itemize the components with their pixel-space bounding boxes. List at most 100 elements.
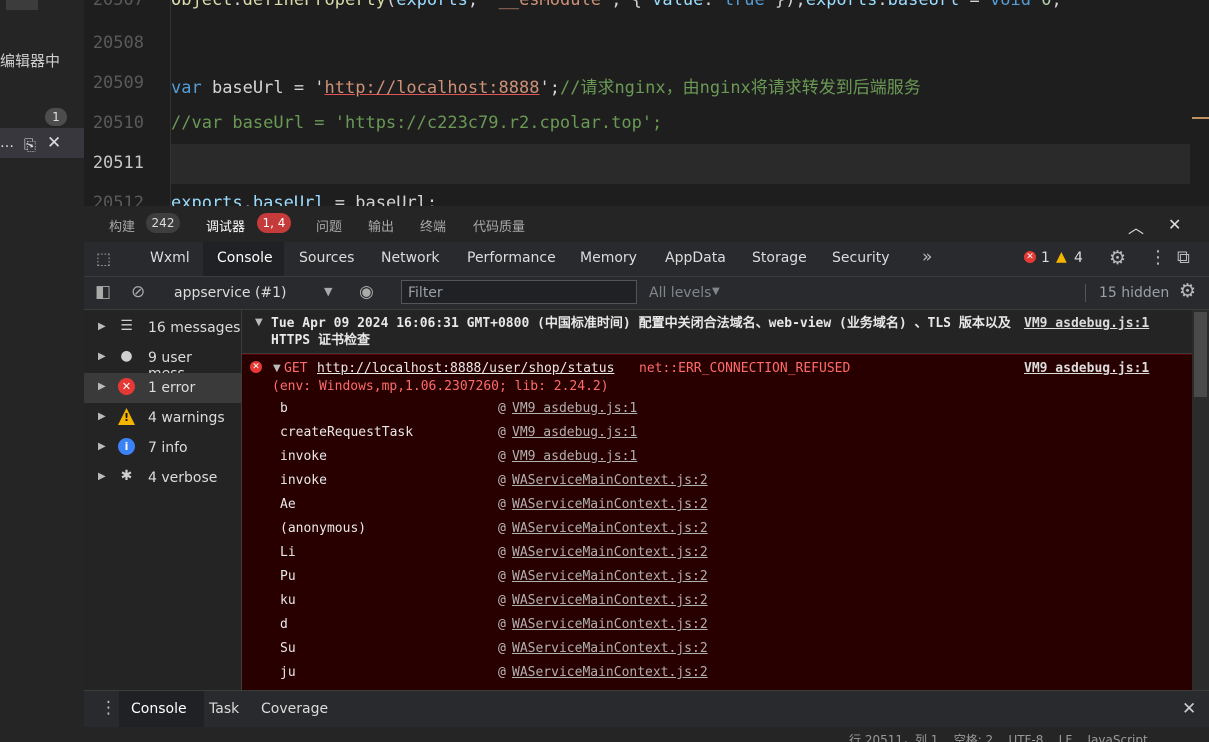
more-options-icon[interactable]: ⋮: [1149, 247, 1167, 268]
close-editor-icon[interactable]: ✕: [47, 133, 61, 153]
sidebar-user-messages[interactable]: ▶●9 user mess…: [84, 343, 241, 382]
message-source-link[interactable]: VM9 asdebug.js:1: [1024, 316, 1149, 331]
stack-frame-source-link[interactable]: VM9 asdebug.js:1: [512, 449, 637, 464]
expand-arrow-icon[interactable]: ▶: [98, 321, 106, 332]
sidebar-errors[interactable]: ▶ ✕ 1 error: [84, 373, 241, 403]
expand-arrow-icon[interactable]: ▶: [98, 411, 106, 422]
tab-wxml[interactable]: Wxml: [150, 250, 190, 266]
tab-security[interactable]: Security: [832, 250, 890, 266]
context-dropdown-icon[interactable]: ▼: [324, 285, 332, 298]
stack-frame-source-link[interactable]: WAServiceMainContext.js:2: [512, 569, 708, 584]
explorer-scrollbar[interactable]: [6, 0, 38, 10]
code-line[interactable]: exports.baseUrl = baseUrl;: [171, 193, 437, 206]
console-scrollbar-thumb[interactable]: [1194, 312, 1207, 397]
code-token: defineProperty: [242, 0, 386, 10]
sidebar-verbose[interactable]: ▶ ✱ 4 verbose: [84, 463, 241, 493]
stack-frame-source-link[interactable]: WAServiceMainContext.js:2: [512, 473, 708, 488]
sidebar-warnings[interactable]: ▶! 4 warnings: [84, 403, 241, 433]
expand-arrow-icon[interactable]: ▶: [98, 471, 106, 482]
collapse-panel-icon[interactable]: ︿: [1128, 214, 1144, 238]
code-editor[interactable]: 20507 Object.defineProperty(exports, "__e…: [84, 0, 1209, 206]
tab-terminal[interactable]: 终端: [420, 216, 446, 235]
code-line[interactable]: //var baseUrl = 'https://c223c79.r2.cpol…: [171, 113, 662, 133]
devtools-tab-bar: ⬚ Wxml Console Sources Network Performan…: [84, 242, 1209, 277]
stack-frame-at-sign: @: [498, 425, 506, 440]
warning-count[interactable]: 4: [1074, 250, 1083, 266]
stack-frame-at-sign: @: [498, 617, 506, 632]
tab-appdata[interactable]: AppData: [665, 250, 726, 266]
error-source-link[interactable]: VM9 asdebug.js:1: [1024, 361, 1149, 376]
code-line[interactable]: Object.defineProperty(exports, "__esModu…: [171, 0, 1062, 10]
code-token: 0: [1041, 0, 1052, 10]
levels-dropdown-icon[interactable]: ▼: [712, 286, 720, 297]
stack-frame-function: (anonymous): [280, 521, 367, 536]
tab-network[interactable]: Network: [381, 250, 439, 266]
sidebar-info[interactable]: ▶ i 7 info: [84, 433, 241, 463]
file-copy-icon[interactable]: ⎘: [24, 136, 36, 154]
log-levels-dropdown[interactable]: All levels: [649, 285, 711, 301]
sidebar-item-label: 16 messages: [148, 320, 241, 336]
code-token: = baseUrl;: [324, 193, 438, 206]
tab-sources[interactable]: Sources: [299, 250, 354, 266]
tab-memory[interactable]: Memory: [580, 250, 637, 266]
clear-console-icon[interactable]: ⊘: [131, 282, 145, 302]
settings-gear-icon[interactable]: ⚙: [1109, 247, 1126, 269]
inspect-element-icon[interactable]: ⬚: [96, 249, 111, 268]
stack-frame-source-link[interactable]: WAServiceMainContext.js:2: [512, 665, 708, 680]
tab-code-quality[interactable]: 代码质量: [473, 216, 525, 235]
gutter-divider: [170, 0, 171, 206]
dock-side-icon[interactable]: ⧉: [1177, 247, 1190, 268]
live-expression-eye-icon[interactable]: ◉: [359, 282, 374, 302]
stack-frame-source-link[interactable]: VM9 asdebug.js:1: [512, 425, 637, 440]
console-settings-icon[interactable]: ⚙: [1179, 280, 1196, 302]
code-token: //请求nginx，由nginx将请求转发到后端服务: [559, 78, 921, 98]
stack-frame-source-link[interactable]: WAServiceMainContext.js:2: [512, 497, 708, 512]
console-filter-bar: ◧ ⊘ appservice (#1) ▼ ◉ Filter All level…: [84, 277, 1209, 310]
code-token: ';: [539, 78, 560, 98]
expand-arrow-icon[interactable]: ▶: [98, 351, 106, 362]
editor-scrollbar[interactable]: [1190, 0, 1209, 206]
drawer-menu-icon[interactable]: ⋮: [100, 698, 117, 718]
stack-frame-source-link[interactable]: WAServiceMainContext.js:2: [512, 641, 708, 656]
status-bar: 行 20511，列 1 空格: 2 UTF-8 LF JavaScript: [84, 727, 1209, 742]
tab-storage[interactable]: Storage: [752, 250, 807, 266]
line-number: 20510: [92, 113, 144, 133]
tab-output[interactable]: 输出: [368, 216, 394, 235]
code-token: void: [990, 0, 1031, 10]
error-env-info: (env: Windows,mp,1.06.2307260; lib: 2.24…: [272, 379, 609, 394]
explorer-partial-text: 编辑器中: [0, 52, 61, 70]
expand-arrow-icon[interactable]: ▼: [273, 363, 281, 374]
stack-frame-source-link[interactable]: WAServiceMainContext.js:2: [512, 617, 708, 632]
request-url-link[interactable]: http://localhost:8888/user/shop/status: [317, 361, 614, 376]
code-line[interactable]: var baseUrl = 'http://localhost:8888';//…: [171, 73, 921, 98]
sidebar-toggle-icon[interactable]: ◧: [95, 282, 111, 302]
sidebar-all-messages[interactable]: ▶ ☰ 16 messages: [84, 313, 241, 343]
stack-frame-source-link[interactable]: WAServiceMainContext.js:2: [512, 521, 708, 536]
line-number: 20511: [92, 153, 144, 173]
tab-debugger[interactable]: 调试器: [206, 216, 245, 235]
filter-input[interactable]: Filter: [401, 280, 637, 304]
tab-console[interactable]: Console: [217, 250, 273, 266]
expand-arrow-icon[interactable]: ▼: [255, 317, 263, 328]
drawer-tab-coverage[interactable]: Coverage: [261, 701, 328, 717]
open-editors-count-badge: 1: [45, 108, 67, 126]
tab-problems[interactable]: 问题: [316, 216, 342, 235]
close-panel-icon[interactable]: ✕: [1168, 215, 1181, 234]
drawer-tab-task[interactable]: Task: [209, 701, 239, 717]
more-tabs-icon[interactable]: »: [922, 247, 932, 267]
close-drawer-icon[interactable]: ✕: [1182, 699, 1196, 719]
expand-arrow-icon[interactable]: ▶: [98, 381, 106, 392]
line-number: 20509: [92, 73, 144, 93]
context-selector[interactable]: appservice (#1): [174, 285, 287, 301]
expand-arrow-icon[interactable]: ▶: [98, 441, 106, 452]
stack-frame-source-link[interactable]: WAServiceMainContext.js:2: [512, 545, 708, 560]
drawer-tab-console[interactable]: Console: [131, 701, 187, 717]
console-message-info: ▼ Tue Apr 09 2024 16:06:31 GMT+0800 (中国标…: [242, 310, 1192, 354]
tab-build[interactable]: 构建: [109, 216, 135, 235]
tab-performance[interactable]: Performance: [467, 250, 556, 266]
stack-frame-at-sign: @: [498, 665, 506, 680]
stack-frame-source-link[interactable]: WAServiceMainContext.js:2: [512, 593, 708, 608]
stack-frame-source-link[interactable]: VM9 asdebug.js:1: [512, 401, 637, 416]
error-count[interactable]: 1: [1041, 250, 1050, 266]
code-token: , {: [611, 0, 653, 10]
